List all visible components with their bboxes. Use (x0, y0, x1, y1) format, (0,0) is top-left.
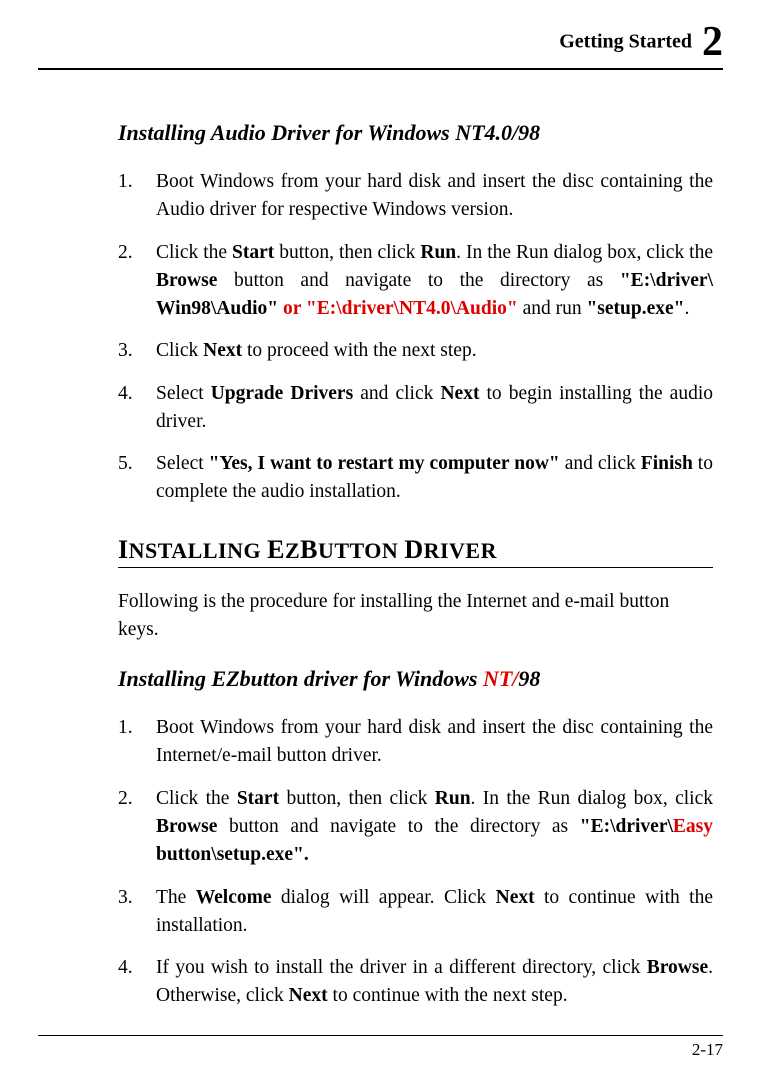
text-run: button\setup.exe". (156, 844, 309, 865)
title-text-post: 98 (518, 120, 540, 145)
text-run: button, then click (274, 242, 420, 263)
text-run: to proceed with the next step. (242, 340, 476, 361)
header-label: Getting Started (559, 31, 692, 53)
text-run: Browse (156, 270, 217, 291)
header-chapter-number: 2 (702, 19, 723, 65)
list-item: Select "Yes, I want to restart my comput… (118, 450, 713, 507)
text-run: Easy (673, 816, 713, 837)
text-run: . In the Run dialog box, click (471, 788, 713, 809)
text-run: Run (435, 788, 471, 809)
text-run: and click (353, 383, 440, 404)
section-b-intro: Following is the procedure for installin… (118, 588, 713, 645)
list-item: Click the Start button, then click Run. … (118, 239, 713, 324)
list-item: Click Next to proceed with the next step… (118, 337, 713, 365)
section-b-subtitle: Installing EZbutton driver for Windows N… (118, 666, 713, 692)
text-run: Click the (156, 242, 232, 263)
page-number: 2-17 (692, 1040, 723, 1060)
text-run: Upgrade Drivers (211, 383, 353, 404)
subtitle-pre: Installing EZbutton driver for Windows (118, 666, 483, 691)
text-run: Browse (156, 816, 217, 837)
list-item: Boot Windows from your hard disk and ins… (118, 714, 713, 771)
text-run: Start (232, 242, 274, 263)
text-run: Select (156, 453, 209, 474)
text-run: The (156, 887, 196, 908)
text-run: Next (496, 887, 535, 908)
list-item: Select Upgrade Drivers and click Next to… (118, 380, 713, 437)
list-item: The Welcome dialog will appear. Click Ne… (118, 884, 713, 941)
text-run: Next (289, 985, 328, 1006)
text-run: or "E:\driver\NT4.0\Audio" (283, 298, 518, 319)
subtitle-post: 98 (518, 666, 540, 691)
text-run: button and navigate to the directory as (217, 270, 619, 291)
text-run: Click (156, 340, 203, 361)
page-header: Getting Started 2 (38, 18, 723, 70)
text-run: Browse (647, 957, 708, 978)
text-run: Next (440, 383, 479, 404)
text-run: If you wish to install the driver in a d… (156, 957, 647, 978)
text-run: and run (518, 298, 587, 319)
text-run: Welcome (196, 887, 272, 908)
section-a-title: Installing Audio Driver for Windows NT4.… (118, 120, 713, 146)
title-text-pre: Installing Audio Driver for Windows NT4.… (118, 120, 518, 145)
section-b-list: Boot Windows from your hard disk and ins… (118, 714, 713, 1010)
text-run: Select (156, 383, 211, 404)
list-item: If you wish to install the driver in a d… (118, 954, 713, 1011)
text-run: and click (560, 453, 641, 474)
text-run: Click the (156, 788, 237, 809)
page-content: Installing Audio Driver for Windows NT4.… (38, 120, 723, 1011)
text-run: Run (420, 242, 456, 263)
subtitle-red: NT/ (483, 666, 518, 691)
text-run: Boot Windows from your hard disk and ins… (156, 717, 713, 766)
text-run: dialog will appear. Click (272, 887, 496, 908)
text-run: to continue with the next step. (328, 985, 568, 1006)
text-run: Next (203, 340, 242, 361)
list-item: Boot Windows from your hard disk and ins… (118, 168, 713, 225)
text-run: Boot Windows from your hard disk and ins… (156, 171, 713, 220)
text-run: Finish (641, 453, 693, 474)
text-run: . (685, 298, 690, 319)
section-b-heading: INSTALLING EZBUTTON DRIVER (118, 535, 713, 568)
text-run: Start (237, 788, 279, 809)
text-run: "setup.exe" (586, 298, 684, 319)
text-run: . In the Run dialog box, click the (456, 242, 713, 263)
footer-rule (38, 1035, 723, 1036)
text-run: button, then click (279, 788, 435, 809)
list-item: Click the Start button, then click Run. … (118, 785, 713, 870)
text-run: "E:\driver\ (580, 816, 673, 837)
section-a-list: Boot Windows from your hard disk and ins… (118, 168, 713, 507)
text-run: button and navigate to the directory as (217, 816, 579, 837)
text-run: "Yes, I want to restart my computer now" (209, 453, 560, 474)
